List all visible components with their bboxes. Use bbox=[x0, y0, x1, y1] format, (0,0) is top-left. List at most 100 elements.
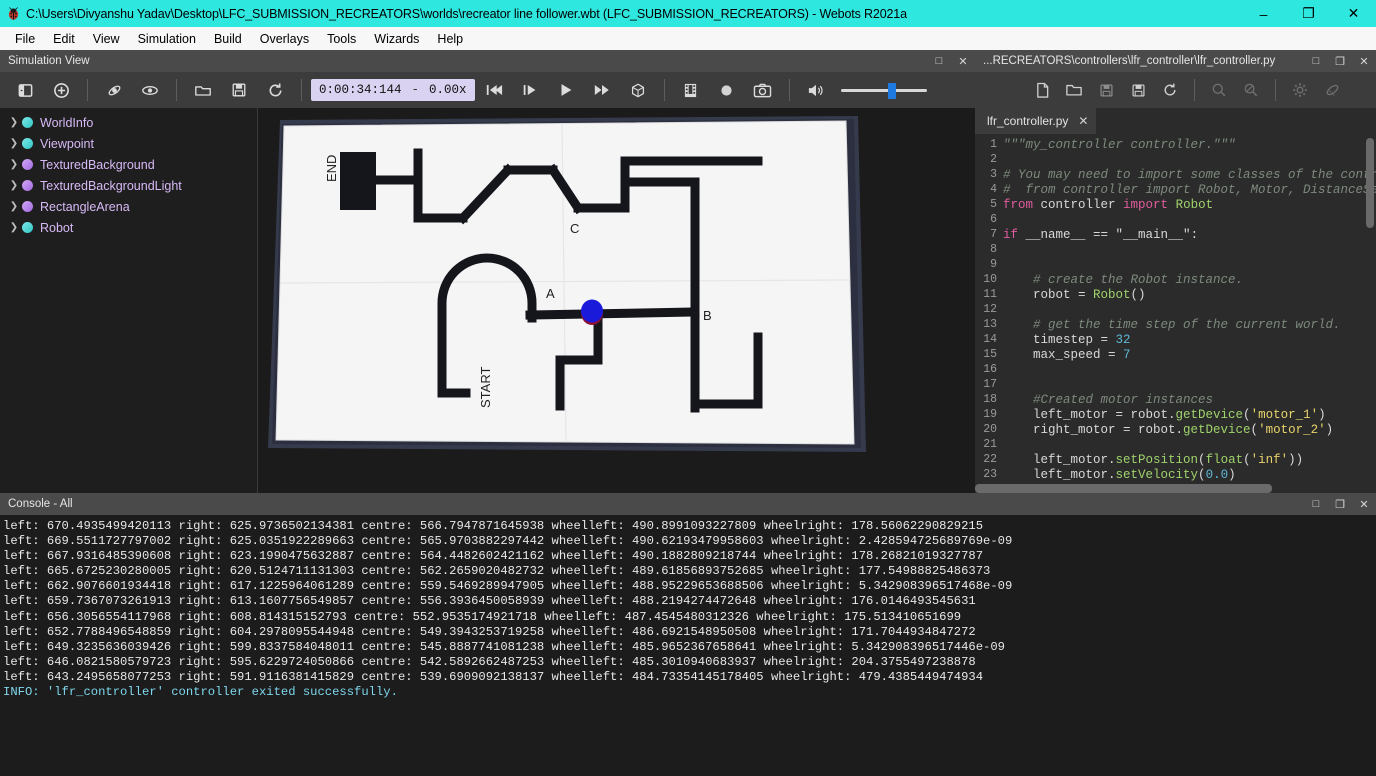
menu-help[interactable]: Help bbox=[428, 28, 472, 50]
sidebar-toggle-icon[interactable] bbox=[8, 75, 42, 105]
view-eye-icon[interactable] bbox=[133, 75, 167, 105]
rewind-icon[interactable] bbox=[477, 75, 511, 105]
toolbar-separator-4 bbox=[663, 79, 665, 101]
toolbar-separator bbox=[87, 79, 88, 101]
compile-icon[interactable] bbox=[1317, 76, 1347, 104]
menu-wizards[interactable]: Wizards bbox=[365, 28, 428, 50]
screenshot-camera-icon[interactable] bbox=[746, 75, 780, 105]
volume-knob[interactable] bbox=[888, 82, 897, 99]
open-world-icon[interactable] bbox=[186, 75, 220, 105]
add-node-icon[interactable] bbox=[44, 75, 78, 105]
simulation-3d-viewport[interactable]: END START A B C bbox=[258, 108, 975, 493]
save-all-icon[interactable] bbox=[1123, 76, 1153, 104]
scene-tree[interactable]: ❯ WorldInfo ❯ Viewpoint ❯ TexturedBackgr… bbox=[0, 108, 258, 493]
play-icon[interactable] bbox=[549, 75, 583, 105]
volume-speaker-icon[interactable] bbox=[799, 75, 833, 105]
code-line: 7 if __name__ == "__main__": bbox=[975, 228, 1376, 243]
menu-overlays[interactable]: Overlays bbox=[251, 28, 318, 50]
scene-tree-item-texturedbackground[interactable]: ❯ TexturedBackground bbox=[0, 154, 257, 175]
menu-build[interactable]: Build bbox=[205, 28, 251, 50]
expand-chevron-icon[interactable]: ❯ bbox=[6, 138, 22, 149]
scene-tree-item-worldinfo[interactable]: ❯ WorldInfo bbox=[0, 112, 257, 133]
menu-file[interactable]: File bbox=[6, 28, 44, 50]
code-panel-restore-button[interactable]: ❐ bbox=[1328, 50, 1352, 72]
console-title: Console - All bbox=[8, 498, 73, 510]
expand-chevron-icon[interactable]: ❯ bbox=[6, 180, 22, 191]
console-maximize-button[interactable]: □ bbox=[1304, 493, 1328, 515]
volume-slider[interactable] bbox=[840, 82, 927, 99]
save-file-icon[interactable] bbox=[1091, 76, 1121, 104]
console-restore-button[interactable]: ❐ bbox=[1328, 493, 1352, 515]
scene-tree-item-viewpoint[interactable]: ❯ Viewpoint bbox=[0, 133, 257, 154]
record-icon[interactable] bbox=[710, 75, 744, 105]
reload-icon[interactable] bbox=[1155, 76, 1185, 104]
menu-edit[interactable]: Edit bbox=[44, 28, 84, 50]
code-line: 16 bbox=[975, 363, 1376, 378]
scene-tree-item-rectanglearena[interactable]: ❯ RectangleArena bbox=[0, 196, 257, 217]
close-button[interactable]: ✕ bbox=[1331, 0, 1376, 27]
expand-chevron-icon[interactable]: ❯ bbox=[6, 159, 22, 170]
restore-button[interactable]: ❐ bbox=[1286, 0, 1331, 27]
fast-forward-icon[interactable] bbox=[585, 75, 619, 105]
code-line: 10 # create the Robot instance. bbox=[975, 273, 1376, 288]
restore-viewpoint-icon[interactable] bbox=[97, 75, 131, 105]
code-line: 23 left_motor.setVelocity(0.0) bbox=[975, 468, 1376, 483]
movie-icon[interactable] bbox=[674, 75, 708, 105]
simulation-panel-title: Simulation View bbox=[8, 55, 90, 67]
node-dot-icon bbox=[22, 201, 33, 212]
line-number: 18 bbox=[983, 393, 997, 406]
step-icon[interactable] bbox=[513, 75, 547, 105]
line-number: 5 bbox=[990, 198, 997, 211]
code-line: 20 right_motor = robot.getDevice('motor_… bbox=[975, 423, 1376, 438]
scene-tree-item-robot[interactable]: ❯ Robot bbox=[0, 217, 257, 238]
scene-tree-item-texturedbackgroundlight[interactable]: ❯ TexturedBackgroundLight bbox=[0, 175, 257, 196]
simulation-panel-close-button[interactable]: ✕ bbox=[951, 50, 975, 72]
reload-world-icon[interactable] bbox=[258, 75, 292, 105]
code-line-text: from controller import Robot bbox=[1003, 198, 1214, 212]
console-line: left: 662.9076601934418 right: 617.12259… bbox=[3, 579, 1013, 594]
expand-chevron-icon[interactable]: ❯ bbox=[6, 117, 22, 128]
console-line: left: 670.4935499420113 right: 625.97365… bbox=[3, 519, 984, 533]
save-world-icon[interactable] bbox=[222, 75, 256, 105]
scene-tree-label: Viewpoint bbox=[40, 136, 94, 151]
minimize-button[interactable]: – bbox=[1241, 0, 1286, 27]
line-number: 20 bbox=[983, 423, 997, 436]
open-file-icon[interactable] bbox=[1059, 76, 1089, 104]
expand-chevron-icon[interactable]: ❯ bbox=[6, 222, 22, 233]
menu-tools[interactable]: Tools bbox=[318, 28, 365, 50]
tab-close-icon[interactable]: ✕ bbox=[1078, 114, 1088, 128]
new-file-icon[interactable] bbox=[1027, 76, 1057, 104]
code-line-text: right_motor = robot.getDevice('motor_2') bbox=[1003, 423, 1334, 437]
console-line: left: 643.2495658077253 right: 591.91163… bbox=[3, 669, 984, 684]
simulation-time-display[interactable]: 0:00:34:144 - 0.00x bbox=[311, 79, 475, 101]
tab-lfr-controller-py[interactable]: lfr_controller.py ✕ bbox=[975, 108, 1097, 134]
settings-gear-icon[interactable] bbox=[1285, 76, 1315, 104]
node-dot-icon bbox=[22, 138, 33, 149]
code-horizontal-scrollbar[interactable] bbox=[975, 484, 1376, 493]
code-line-text: """my_controller controller.""" bbox=[1003, 138, 1236, 152]
find-icon[interactable] bbox=[1204, 76, 1234, 104]
simulation-panel-maximize-button[interactable]: □ bbox=[927, 50, 951, 72]
expand-chevron-icon[interactable]: ❯ bbox=[6, 201, 22, 212]
code-hscroll-thumb[interactable] bbox=[975, 484, 1272, 493]
code-vertical-scrollbar[interactable] bbox=[1366, 138, 1374, 228]
line-number: 9 bbox=[990, 258, 997, 271]
code-line: 2 bbox=[975, 153, 1376, 168]
code-editor-area[interactable]: 1 """my_controller controller.""" 2 3 # You … bbox=[975, 134, 1376, 493]
line-number: 4 bbox=[990, 183, 997, 196]
code-line: 3 # You may need to import some classes o… bbox=[975, 168, 1376, 183]
menu-view[interactable]: View bbox=[84, 28, 129, 50]
console-output[interactable]: left: 670.4935499420113 right: 625.97365… bbox=[0, 515, 1376, 776]
code-panel-maximize-button[interactable]: □ bbox=[1304, 50, 1328, 72]
line-number: 16 bbox=[983, 363, 997, 376]
code-panel-close-button[interactable]: ✕ bbox=[1352, 50, 1376, 72]
code-line-text: max_speed = 7 bbox=[1003, 348, 1131, 362]
line-number: 17 bbox=[983, 378, 997, 391]
code-line-text: timestep = 32 bbox=[1003, 333, 1131, 347]
console-close-button[interactable]: ✕ bbox=[1352, 493, 1376, 515]
node-dot-icon bbox=[22, 180, 33, 191]
console-line: left: 652.7788496548859 right: 604.29780… bbox=[3, 624, 976, 639]
menu-simulation[interactable]: Simulation bbox=[129, 28, 205, 50]
replace-icon[interactable] bbox=[1236, 76, 1266, 104]
render-cube-icon[interactable] bbox=[621, 75, 655, 105]
